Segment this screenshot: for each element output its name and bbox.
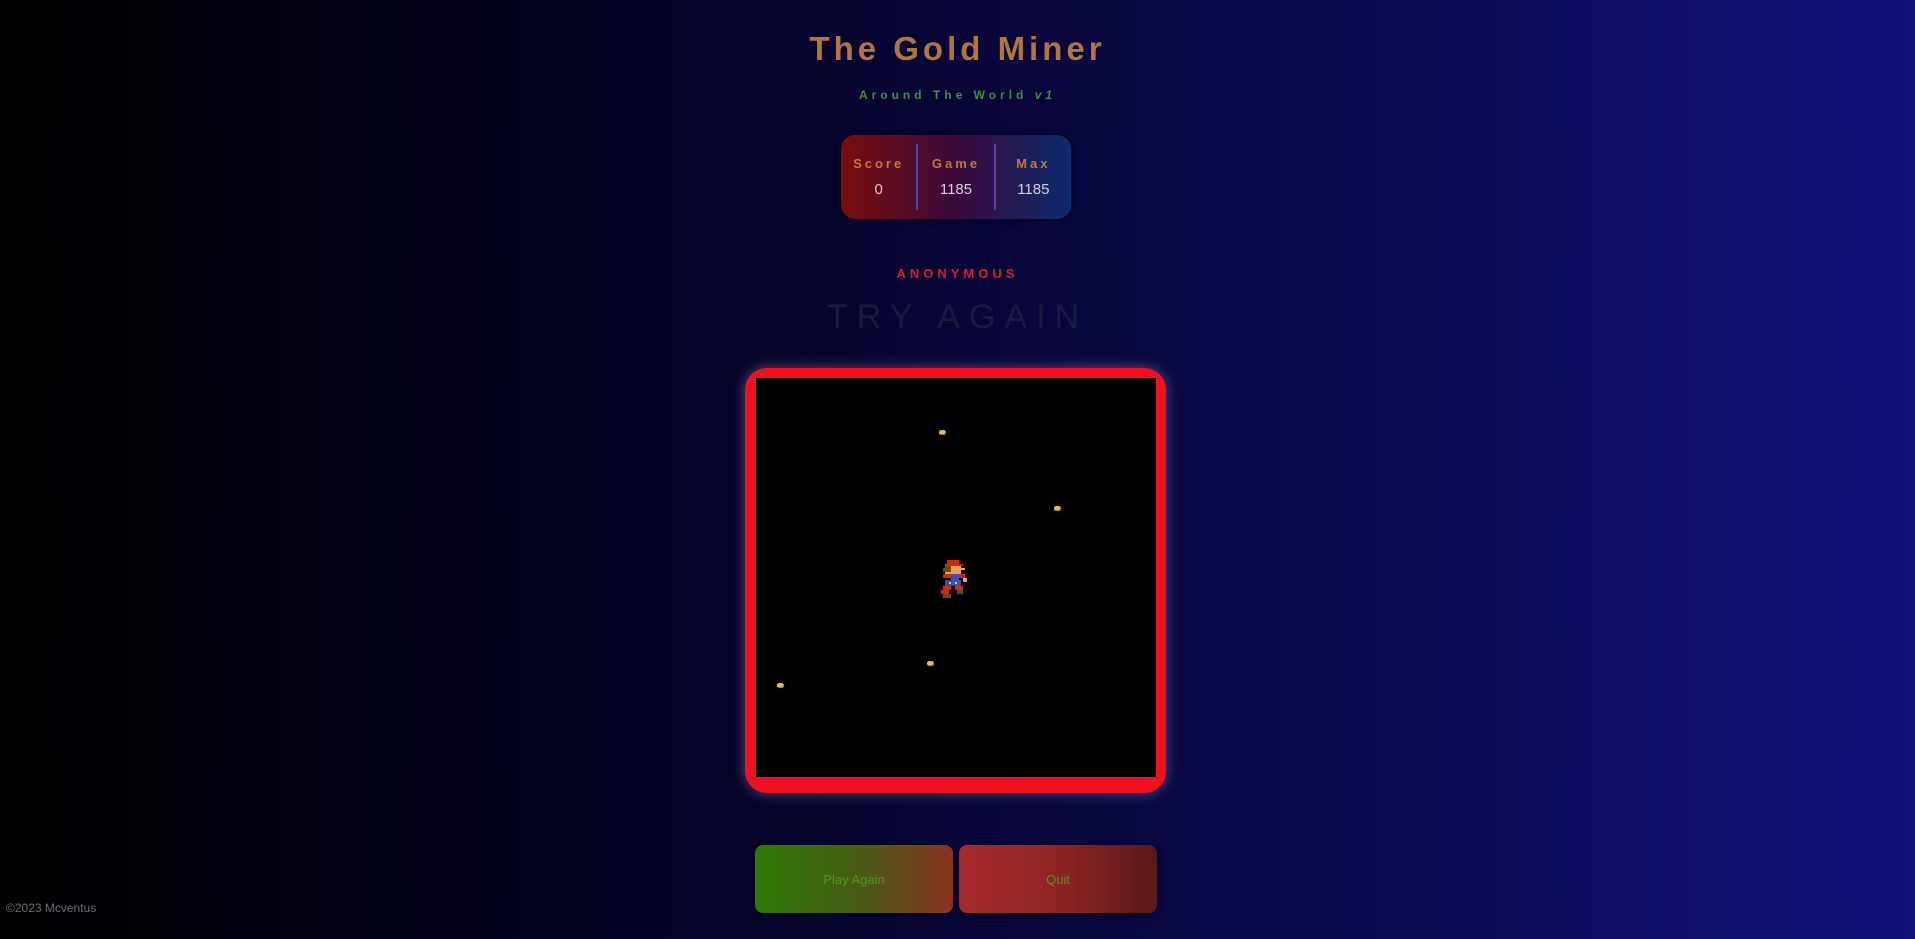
subtitle-text: Around The World (858, 88, 1035, 102)
subtitle-version: v1 (1034, 88, 1057, 102)
status-message: TRY AGAIN (826, 298, 1089, 336)
play-again-button[interactable]: Play Again (755, 845, 953, 913)
gold-nugget-icon (777, 683, 784, 688)
miner-icon (941, 560, 967, 598)
game-subtitle: Around The World v1 (0, 88, 1915, 102)
gold-nugget-icon (927, 661, 934, 666)
game-title: The Gold Miner (809, 30, 1106, 67)
max-stat: Max 1185 (993, 144, 1071, 210)
gold-nugget-icon (1054, 506, 1061, 511)
score-stat: Score 0 (841, 144, 916, 210)
quit-button[interactable]: Quit (959, 845, 1157, 913)
max-value: 1185 (1017, 181, 1050, 198)
game-value: 1185 (939, 181, 973, 198)
play-field[interactable] (756, 378, 1156, 777)
game-stat: Game 1185 (916, 144, 993, 210)
game-label: Game (931, 156, 981, 171)
score-value: 0 (874, 181, 883, 198)
player-name: ANONYMOUS (896, 266, 1019, 281)
max-label: Max (1016, 156, 1051, 171)
game-board[interactable] (745, 368, 1166, 793)
gold-nugget-icon (939, 430, 946, 435)
score-label: Score (853, 156, 905, 171)
scoreboard: Score 0 Game 1185 Max 1185 (841, 135, 1071, 219)
copyright-footer: ©2023 Mcventus (6, 901, 97, 915)
